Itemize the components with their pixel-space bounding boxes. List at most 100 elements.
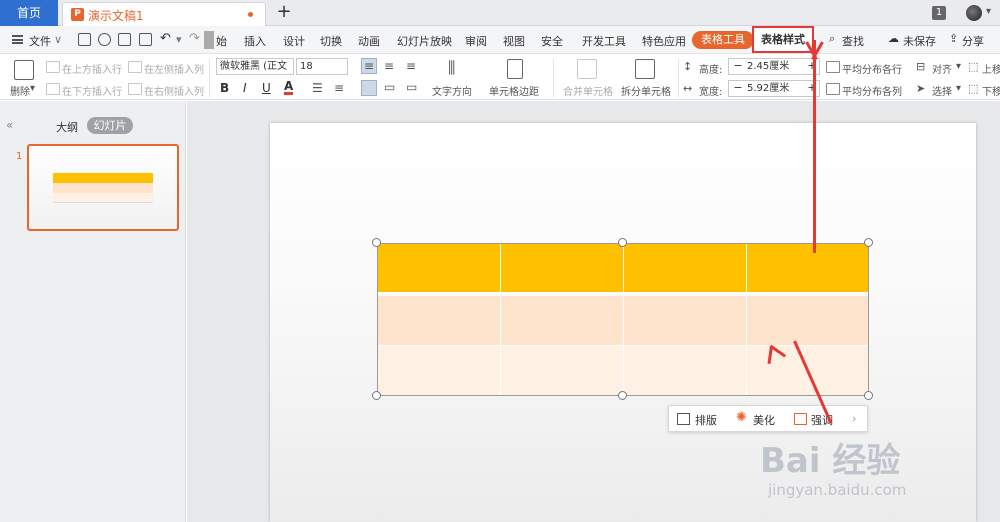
undo-dropdown-icon[interactable]: ▾ [176,33,182,46]
insert-row-below-button[interactable]: 在下方插入行 [62,83,122,98]
height-value[interactable]: 2.45厘米 [747,59,789,74]
table-cell[interactable] [378,346,501,395]
print-icon[interactable] [118,33,131,46]
home-tab[interactable]: 首页 [0,0,58,26]
menu-icon[interactable] [12,35,23,44]
chevron-right-icon[interactable]: › [852,412,856,425]
decrease-width-button[interactable]: − [731,81,745,96]
valign-top-button[interactable]: ▭ [384,80,395,94]
resize-handle[interactable] [618,391,627,400]
italic-button[interactable]: I [243,81,247,95]
underline-button[interactable]: U [262,81,271,95]
table[interactable] [377,243,869,396]
resize-handle[interactable] [864,238,873,247]
chevron-down-icon[interactable]: ∨ [54,33,62,46]
cell-margin-button[interactable]: 单元格边距 [489,83,539,98]
split-cells-button[interactable]: 拆分单元格 [621,83,671,98]
distribute-rows-button[interactable]: 平均分布各行 [842,61,902,76]
delete-button[interactable]: 删除 [10,83,30,98]
menu-insert[interactable]: 插入 [244,33,266,49]
font-color-button[interactable]: A [284,80,294,95]
chevron-down-icon[interactable]: ▾ [956,61,961,72]
text-direction-button[interactable]: 文字方向 [432,83,472,98]
format-painter-icon[interactable] [98,33,111,46]
delete-table-icon[interactable] [14,60,34,80]
new-tab-button[interactable]: + [276,2,292,22]
table-cell[interactable] [624,346,747,395]
collapse-panel-icon[interactable]: « [6,118,13,132]
resize-handle[interactable] [372,391,381,400]
print-preview-icon[interactable] [139,33,152,46]
layout-button[interactable]: 排版 [695,412,717,428]
beautify-button[interactable]: 美化 [753,412,775,428]
table-cell[interactable] [624,244,747,292]
table-row[interactable] [378,345,868,395]
select-button[interactable]: 选择 [932,83,952,98]
insert-row-above-button[interactable]: 在上方插入行 [62,61,122,76]
line-spacing-icon[interactable]: ☰ [312,81,323,95]
menu-transition[interactable]: 切换 [320,33,342,49]
table-cell[interactable] [378,296,501,345]
menu-home[interactable]: 始 [216,33,227,49]
avatar[interactable] [966,5,982,21]
table-cell[interactable] [624,296,747,345]
table-header-row[interactable] [378,244,868,294]
distribute-cols-button[interactable]: 平均分布各列 [842,83,902,98]
table-row[interactable] [378,296,868,345]
font-size-select[interactable]: 18 [296,58,348,75]
decrease-height-button[interactable]: − [731,59,745,74]
redo-icon[interactable]: ↷ [189,31,200,46]
menu-file[interactable]: 文件 [29,33,51,49]
share-button[interactable]: 分享 [962,33,984,49]
width-stepper[interactable]: − 5.92厘米 + [728,80,820,97]
menu-animation[interactable]: 动画 [358,33,380,49]
valign-middle-button[interactable] [361,80,377,96]
align-button[interactable]: 对齐 [932,61,952,76]
menu-view[interactable]: 视图 [503,33,525,49]
menu-security[interactable]: 安全 [541,33,563,49]
slide-thumbnail[interactable] [27,144,179,231]
move-up-button[interactable]: 上移 [982,61,1000,76]
insert-col-left-button[interactable]: 在左侧插入列 [144,61,204,76]
chevron-down-icon[interactable]: ▾ [30,83,35,94]
move-down-button[interactable]: 下移 [982,83,1000,98]
resize-handle[interactable] [864,391,873,400]
width-value[interactable]: 5.92厘米 [747,81,789,96]
table-cell[interactable] [747,244,868,292]
menu-review[interactable]: 审阅 [465,33,487,49]
menu-design[interactable]: 设计 [283,33,305,49]
valign-bottom-button[interactable]: ▭ [406,80,417,94]
document-tab[interactable]: P 演示文稿1 [62,2,266,26]
increase-width-button[interactable]: + [805,81,819,96]
table-cell[interactable] [501,346,624,395]
search-icon[interactable]: ⌕ [829,32,835,46]
menu-developer[interactable]: 开发工具 [582,33,626,49]
tab-table-style[interactable]: 表格样式 [752,26,814,53]
menu-special[interactable]: 特色应用 [642,33,686,49]
window-count-badge[interactable]: 1 [932,6,946,20]
table-cell[interactable] [501,244,624,292]
align-center-button[interactable]: ≡ [384,59,394,73]
tab-slides[interactable]: 幻灯片 [87,117,133,134]
chevron-down-icon[interactable]: ▾ [986,6,991,17]
menu-scroll-left[interactable] [204,31,214,49]
align-right-button[interactable]: ≡ [406,59,416,73]
find-button[interactable]: 查找 [842,33,864,49]
table-cell[interactable] [501,296,624,345]
font-name-select[interactable]: 微软雅黑 (正文 [216,58,294,75]
height-stepper[interactable]: − 2.45厘米 + [728,58,820,75]
increase-height-button[interactable]: + [805,59,819,74]
merge-cells-button[interactable]: 合并单元格 [563,83,613,98]
menu-slideshow[interactable]: 幻灯片放映 [397,33,452,49]
bold-button[interactable]: B [220,81,229,95]
resize-handle[interactable] [618,238,627,247]
tab-outline[interactable]: 大纲 [56,119,78,135]
tab-table-tools[interactable]: 表格工具 [692,31,754,49]
resize-handle[interactable] [372,238,381,247]
indent-icon[interactable]: ≡ [334,81,344,95]
insert-col-right-button[interactable]: 在右侧插入列 [144,83,204,98]
undo-icon[interactable]: ↶ [160,31,171,46]
unsaved-status[interactable]: 未保存 [903,33,936,49]
table-cell[interactable] [378,244,501,292]
save-icon[interactable] [78,33,91,46]
